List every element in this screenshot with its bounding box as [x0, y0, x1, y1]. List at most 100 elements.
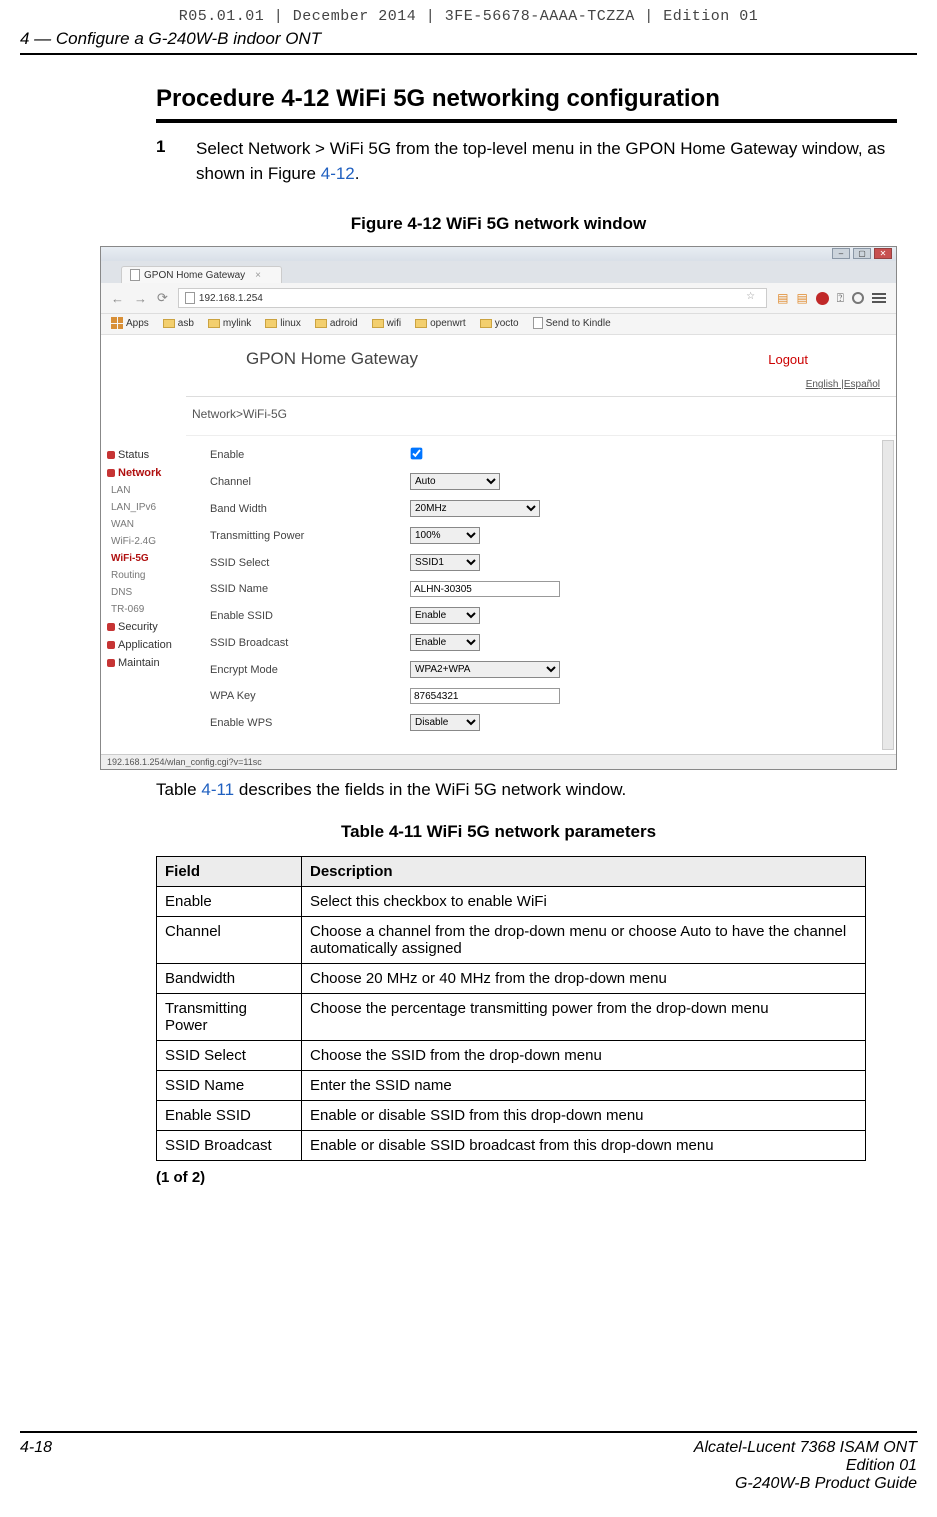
txpower-select[interactable]: 100% — [410, 527, 480, 544]
wpakey-label: WPA Key — [210, 690, 410, 702]
extension-icon-3[interactable] — [852, 292, 864, 304]
page-footer: 4-18 Alcatel-Lucent 7368 ISAM ONT Editio… — [20, 1431, 917, 1493]
encrypt-select[interactable]: WPA2+WPA — [410, 661, 560, 678]
field-cell: Bandwidth — [157, 964, 302, 994]
sidebar-item-network[interactable]: Network — [105, 464, 186, 482]
sidebar-item-wan[interactable]: WAN — [105, 516, 186, 533]
bookmark-folder[interactable]: linux — [265, 318, 301, 329]
bookmark-folder[interactable]: yocto — [480, 318, 519, 329]
table-row: SSID SelectChoose the SSID from the drop… — [157, 1041, 866, 1071]
parameters-table: Field Description EnableSelect this chec… — [156, 856, 866, 1161]
bandwidth-select[interactable]: 20MHz — [410, 500, 540, 517]
table-row: SSID BroadcastEnable or disable SSID bro… — [157, 1131, 866, 1161]
logout-link[interactable]: Logout — [768, 352, 808, 367]
page-number: 4-18 — [20, 1439, 52, 1493]
site-icon — [185, 292, 195, 304]
window-close-icon[interactable]: ✕ — [874, 248, 892, 259]
window-minimize-icon[interactable]: – — [832, 248, 850, 259]
ssidname-input[interactable] — [410, 581, 560, 597]
footer-guide: G-240W-B Product Guide — [694, 1475, 917, 1493]
ssidselect-select[interactable]: SSID1 — [410, 554, 480, 571]
bullet-icon — [107, 641, 115, 649]
forward-icon[interactable]: → — [134, 291, 147, 306]
sidebar-label: Application — [118, 639, 172, 651]
enable-checkbox[interactable] — [411, 448, 423, 460]
encrypt-label: Encrypt Mode — [210, 664, 410, 676]
sidebar-item-tr069[interactable]: TR-069 — [105, 601, 186, 618]
page-icon — [130, 269, 140, 281]
bandwidth-label: Band Width — [210, 503, 410, 515]
bookmark-folder[interactable]: wifi — [372, 318, 401, 329]
apps-button[interactable]: Apps — [111, 317, 149, 329]
bookmark-folder[interactable]: openwrt — [415, 318, 466, 329]
channel-select[interactable]: Auto — [410, 473, 500, 490]
extension-icon[interactable] — [816, 292, 829, 305]
sidebar-item-lan-ipv6[interactable]: LAN_IPv6 — [105, 499, 186, 516]
table-header-description: Description — [302, 857, 866, 887]
sidebar: Status Network LAN LAN_IPv6 WAN WiFi-2.4… — [101, 436, 186, 672]
footer-product: Alcatel-Lucent 7368 ISAM ONT — [694, 1439, 917, 1457]
bookmark-label: linux — [280, 318, 301, 329]
desc-cell: Select this checkbox to enable WiFi — [302, 887, 866, 917]
window-maximize-icon[interactable]: ▢ — [853, 248, 871, 259]
back-icon[interactable]: ← — [111, 291, 124, 306]
bookmark-folder[interactable]: asb — [163, 318, 194, 329]
sidebar-item-maintain[interactable]: Maintain — [105, 654, 186, 672]
browser-tab[interactable]: GPON Home Gateway × — [121, 266, 282, 283]
table-intro-text: Table 4-11 describes the fields in the W… — [156, 780, 897, 800]
enablessid-select[interactable]: Enable — [410, 607, 480, 624]
address-bar[interactable]: 192.168.1.254 — [178, 288, 767, 308]
table-row: ChannelChoose a channel from the drop-do… — [157, 917, 866, 964]
bookmark-link[interactable]: Send to Kindle — [533, 317, 611, 329]
field-cell: SSID Select — [157, 1041, 302, 1071]
table-row: Transmitting PowerChoose the percentage … — [157, 994, 866, 1041]
sidebar-label: Security — [118, 621, 158, 633]
table-xref-link[interactable]: 4-11 — [201, 780, 234, 799]
bookmark-label: openwrt — [430, 318, 466, 329]
figure-xref-link[interactable]: 4-12 — [321, 164, 355, 183]
sidebar-item-security[interactable]: Security — [105, 618, 186, 636]
bookmark-label: mylink — [223, 318, 251, 329]
reload-icon[interactable]: ⟳ — [157, 290, 168, 306]
procedure-title: Procedure 4-12 WiFi 5G networking config… — [156, 85, 897, 123]
sidebar-item-wifi24g[interactable]: WiFi-2.4G — [105, 533, 186, 550]
sidebar-label: Status — [118, 449, 149, 461]
draft-banner: R05.01.01 | December 2014 | 3FE-56678-AA… — [0, 0, 937, 29]
step-text-post: . — [355, 164, 360, 183]
menu-icon[interactable] — [872, 291, 886, 305]
field-cell: Transmitting Power — [157, 994, 302, 1041]
bookmark-label: asb — [178, 318, 194, 329]
table-row: SSID NameEnter the SSID name — [157, 1071, 866, 1101]
extension-icon-2[interactable]: ⍰ — [837, 291, 844, 306]
sidebar-item-application[interactable]: Application — [105, 636, 186, 654]
gateway-title: GPON Home Gateway — [246, 349, 418, 369]
wpakey-input[interactable] — [410, 688, 560, 704]
browser-toolbar: ← → ⟳ 192.168.1.254 ▤ ▤ ⍰ — [101, 283, 896, 314]
sidebar-item-wifi5g[interactable]: WiFi-5G — [105, 550, 186, 567]
sidebar-label: Network — [118, 467, 161, 479]
language-switch[interactable]: English |Español — [186, 379, 896, 396]
breadcrumb: Network>WiFi-5G — [186, 396, 896, 436]
tab-title: GPON Home Gateway — [144, 270, 245, 281]
bookmark-star-icon[interactable] — [746, 291, 760, 305]
bookmark-folder[interactable]: adroid — [315, 318, 358, 329]
wps-select[interactable]: Disable — [410, 714, 480, 731]
bullet-icon — [107, 623, 115, 631]
table-header-field: Field — [157, 857, 302, 887]
step-1: 1 Select Network > WiFi 5G from the top-… — [156, 137, 897, 186]
rss-icon-2[interactable]: ▤ — [796, 291, 807, 305]
field-cell: SSID Name — [157, 1071, 302, 1101]
browser-status-bar: 192.168.1.254/wlan_config.cgi?v=11sc — [101, 754, 896, 769]
sidebar-label: Maintain — [118, 657, 160, 669]
sidebar-item-lan[interactable]: LAN — [105, 482, 186, 499]
bookmark-label: adroid — [330, 318, 358, 329]
sidebar-item-status[interactable]: Status — [105, 446, 186, 464]
tab-close-icon[interactable]: × — [255, 270, 261, 281]
ssidname-label: SSID Name — [210, 583, 410, 595]
sidebar-item-dns[interactable]: DNS — [105, 584, 186, 601]
ssidbroadcast-select[interactable]: Enable — [410, 634, 480, 651]
desc-cell: Choose the SSID from the drop-down menu — [302, 1041, 866, 1071]
rss-icon[interactable]: ▤ — [777, 291, 788, 305]
sidebar-item-routing[interactable]: Routing — [105, 567, 186, 584]
bookmark-folder[interactable]: mylink — [208, 318, 251, 329]
